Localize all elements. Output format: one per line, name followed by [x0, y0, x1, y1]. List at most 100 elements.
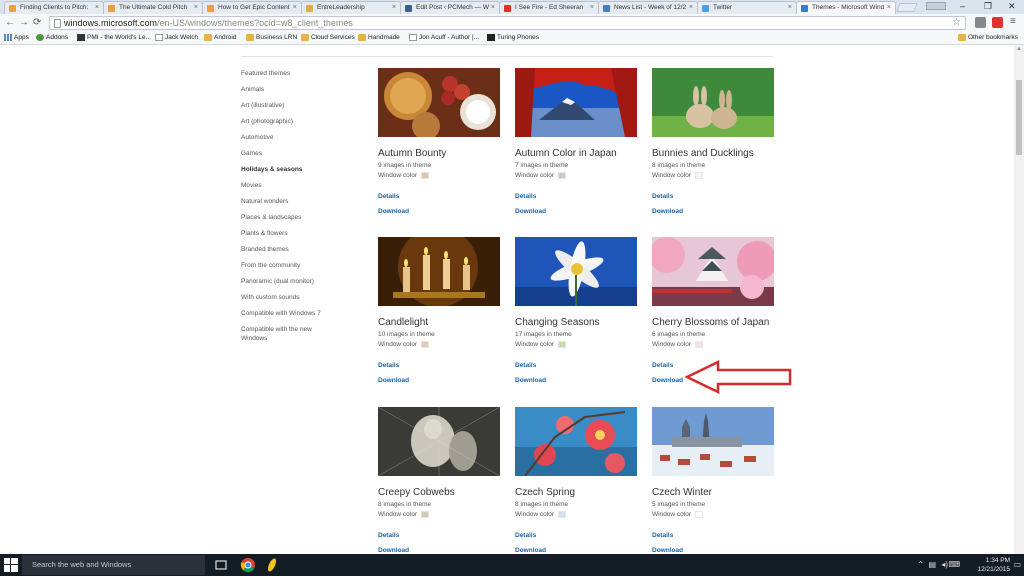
details-link[interactable]: Details: [515, 192, 637, 201]
close-tab-icon[interactable]: ×: [689, 2, 693, 13]
url-text[interactable]: windows.microsoft.com/en-US/windows/them…: [64, 18, 353, 29]
download-link[interactable]: Download: [652, 546, 774, 554]
category-link[interactable]: Plants & flowers: [241, 229, 351, 238]
back-icon[interactable]: ←: [5, 16, 15, 29]
download-link[interactable]: Download: [515, 546, 637, 554]
extension-icon[interactable]: [975, 17, 986, 28]
network-icon[interactable]: ▤: [928, 560, 936, 569]
theme-thumbnail[interactable]: [378, 407, 500, 476]
category-link[interactable]: Branded themes: [241, 245, 351, 254]
theme-title[interactable]: Czech Winter: [652, 487, 774, 499]
theme-thumbnail[interactable]: [378, 237, 500, 306]
theme-thumbnail[interactable]: [652, 68, 774, 137]
category-link[interactable]: Compatible with the new Windows: [241, 325, 331, 343]
theme-thumbnail[interactable]: [652, 407, 774, 476]
keyboard-icon[interactable]: ⌨: [948, 560, 960, 569]
browser-tab[interactable]: I See Fire - Ed Sheeran ×: [499, 1, 599, 14]
notifications-icon[interactable]: ▭: [1013, 560, 1021, 569]
scrollbar[interactable]: ▲: [1014, 45, 1024, 554]
category-link[interactable]: With custom sounds: [241, 293, 351, 302]
close-tab-icon[interactable]: ×: [491, 2, 495, 13]
theme-title[interactable]: Creepy Cobwebs: [378, 487, 500, 499]
bookmark-handmade[interactable]: Handmade: [358, 32, 400, 43]
category-link[interactable]: Panoramic (dual monitor): [241, 277, 351, 286]
download-link[interactable]: Download: [378, 207, 500, 216]
clock-time[interactable]: 1:34 PM: [986, 557, 1010, 564]
category-link[interactable]: Natural wonders: [241, 197, 351, 206]
browser-tab[interactable]: News List - Week of 12/2 ×: [598, 1, 698, 14]
category-link[interactable]: Places & landscapes: [241, 213, 351, 222]
browser-tab[interactable]: Twitter ×: [697, 1, 797, 14]
category-link[interactable]: Compatible with Windows 7: [241, 309, 351, 318]
category-link[interactable]: Automotive: [241, 133, 351, 142]
category-link[interactable]: From the community: [241, 261, 351, 270]
close-tab-icon[interactable]: ×: [590, 2, 594, 13]
details-link[interactable]: Details: [378, 192, 500, 201]
volume-icon[interactable]: ◂): [941, 560, 948, 569]
category-link[interactable]: Movies: [241, 181, 351, 190]
close-tab-icon[interactable]: ×: [293, 2, 297, 13]
pinned-app-icon[interactable]: [264, 557, 280, 573]
download-link[interactable]: Download: [652, 207, 774, 216]
scroll-up-icon[interactable]: ▲: [1016, 46, 1022, 52]
details-link[interactable]: Details: [652, 192, 774, 201]
download-link[interactable]: Download: [378, 376, 500, 385]
details-link[interactable]: Details: [515, 531, 637, 540]
browser-tab[interactable]: The Ultimate Cold Pitch ×: [103, 1, 203, 14]
theme-thumbnail[interactable]: [515, 407, 637, 476]
download-link[interactable]: Download: [515, 376, 637, 385]
windows-start-icon[interactable]: [4, 558, 18, 572]
category-link[interactable]: Animals: [241, 85, 351, 94]
download-link[interactable]: Download: [378, 546, 500, 554]
category-link[interactable]: Games: [241, 149, 351, 158]
menu-icon[interactable]: ≡: [1010, 15, 1016, 28]
download-link[interactable]: Download: [515, 207, 637, 216]
close-tab-icon[interactable]: ×: [788, 2, 792, 13]
close-tab-icon[interactable]: ×: [887, 2, 891, 13]
bookmark-turing-phones[interactable]: Turing Phones: [487, 32, 539, 43]
theme-thumbnail[interactable]: [652, 237, 774, 306]
theme-title[interactable]: Czech Spring: [515, 487, 637, 499]
theme-title[interactable]: Autumn Color in Japan: [515, 148, 637, 160]
theme-thumbnail[interactable]: [378, 68, 500, 137]
category-link[interactable]: Art (photographic): [241, 117, 351, 126]
bookmark-business-lrn[interactable]: Business LRN: [246, 32, 297, 43]
theme-title[interactable]: Autumn Bounty: [378, 148, 500, 160]
browser-tab[interactable]: Finding Clients to Pitch: ×: [4, 1, 104, 14]
scrollbar-thumb[interactable]: [1016, 80, 1022, 155]
browser-tab[interactable]: EntreLeadership ×: [301, 1, 401, 14]
bookmark-apps[interactable]: Apps: [4, 32, 29, 43]
other-bookmarks[interactable]: Other bookmarks: [958, 32, 1018, 43]
browser-tab[interactable]: How to Get Epic Content ×: [202, 1, 302, 14]
bookmark-jack-welch[interactable]: Jack Welch: [155, 32, 198, 43]
minimize-icon[interactable]: –: [960, 0, 965, 12]
forward-icon[interactable]: →: [19, 16, 29, 29]
bookmark-addons[interactable]: Addons: [36, 32, 68, 43]
theme-title[interactable]: Cherry Blossoms of Japan: [652, 317, 774, 329]
bookmark-pmi-the-world-s-le[interactable]: PMI - the World's Le...: [77, 32, 151, 43]
browser-tab[interactable]: Themes - Microsoft Wind ×: [796, 1, 896, 14]
category-link[interactable]: Holidays & seasons: [241, 165, 351, 174]
reload-icon[interactable]: ⟳: [33, 16, 41, 29]
chevron-up-icon[interactable]: ⌃: [917, 560, 924, 569]
theme-title[interactable]: Bunnies and Ducklings: [652, 148, 774, 160]
new-tab-button[interactable]: [896, 3, 918, 12]
details-link[interactable]: Details: [652, 531, 774, 540]
task-view-icon[interactable]: [213, 557, 229, 573]
category-link[interactable]: Featured themes: [241, 69, 351, 78]
address-bar[interactable]: windows.microsoft.com/en-US/windows/them…: [49, 16, 966, 30]
close-tab-icon[interactable]: ×: [392, 2, 396, 13]
close-window-icon[interactable]: ✕: [1008, 0, 1016, 12]
clock-date[interactable]: 12/21/2015: [977, 566, 1010, 573]
extension-icon[interactable]: [992, 17, 1003, 28]
details-link[interactable]: Details: [378, 361, 500, 370]
category-link[interactable]: Art (illustrative): [241, 101, 351, 110]
theme-title[interactable]: Candlelight: [378, 317, 500, 329]
bookmark-jon-acuff-author[interactable]: Jon Acuff - Author |...: [409, 32, 479, 43]
theme-title[interactable]: Changing Seasons: [515, 317, 637, 329]
theme-thumbnail[interactable]: [515, 237, 637, 306]
close-tab-icon[interactable]: ×: [95, 2, 99, 13]
close-tab-icon[interactable]: ×: [194, 2, 198, 13]
taskbar-search[interactable]: Search the web and Windows: [22, 555, 205, 575]
bookmark-cloud-services[interactable]: Cloud Services: [301, 32, 355, 43]
